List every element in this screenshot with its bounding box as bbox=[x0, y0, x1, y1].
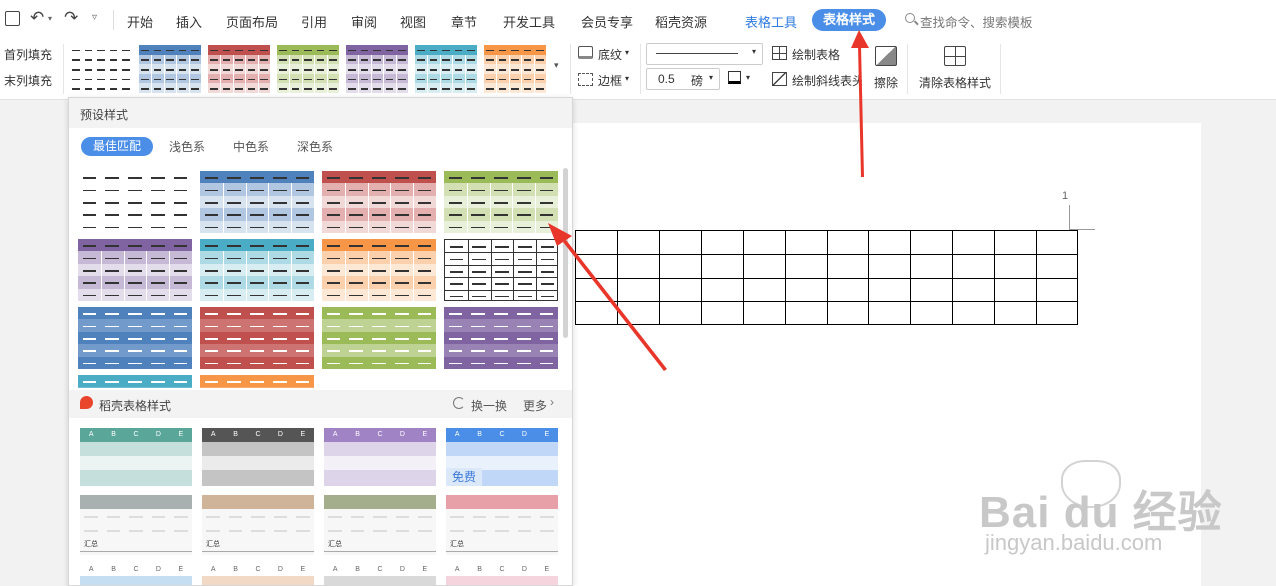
watermark-url: jingyan.baidu.com bbox=[985, 530, 1163, 555]
arrow-to-table-style-tab bbox=[858, 46, 864, 177]
watermark: Bai du 经验 jingyan.baidu.com bbox=[975, 448, 1275, 586]
arrow-head-to-table-style-tab bbox=[851, 30, 869, 48]
arrow-head-to-preset-style bbox=[548, 223, 572, 246]
arrow-to-preset-style bbox=[563, 240, 667, 371]
